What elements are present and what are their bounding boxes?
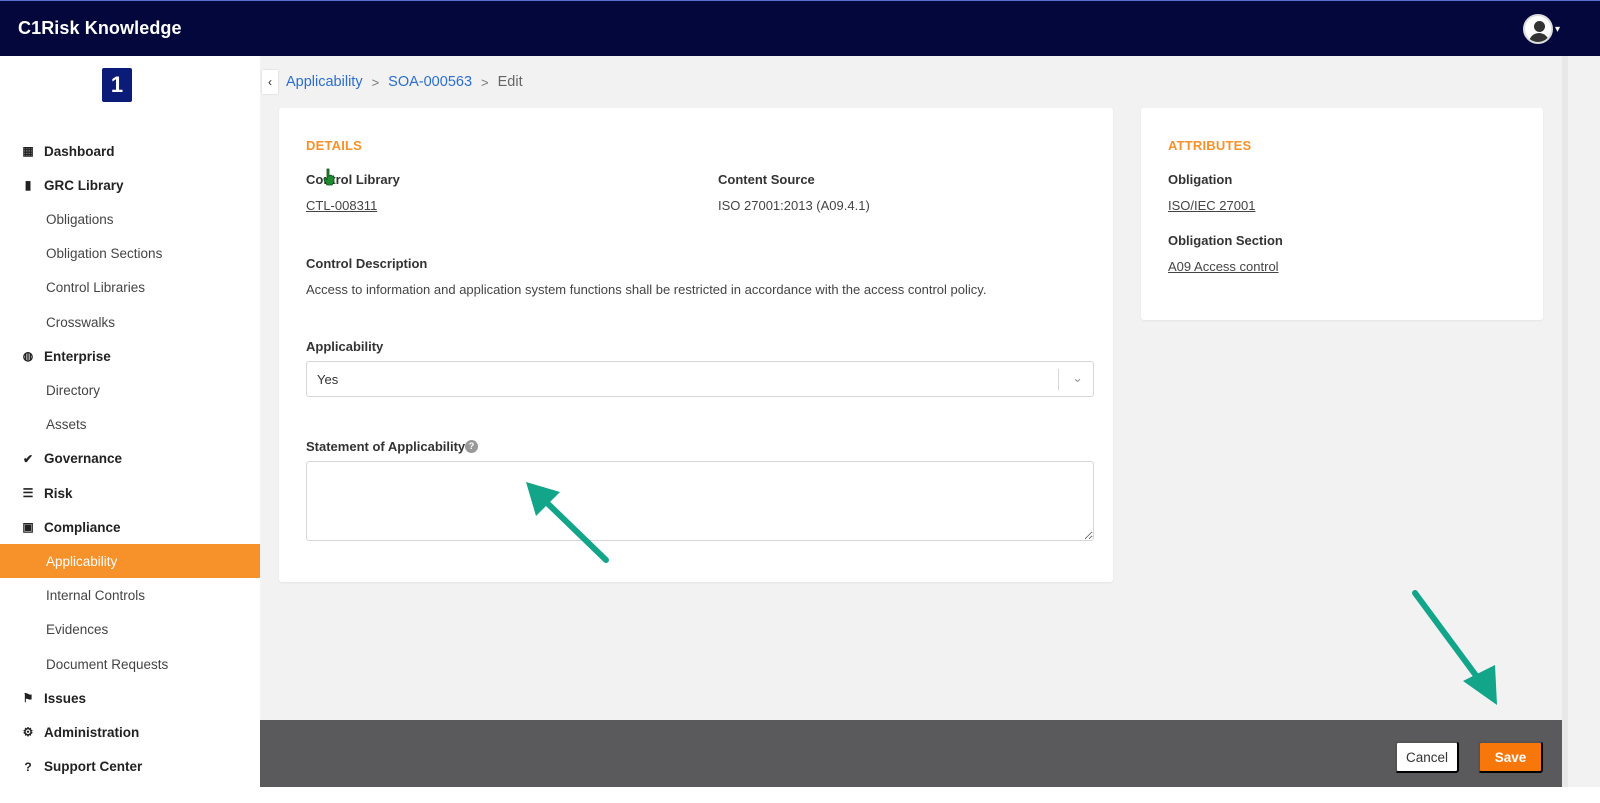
- breadcrumb-separator: >: [481, 74, 489, 90]
- obligation-section-label: Obligation Section: [1168, 233, 1283, 248]
- sidebar-item-support-center[interactable]: ? Support Center: [0, 750, 260, 784]
- breadcrumb-soa-record[interactable]: SOA-000563: [388, 74, 472, 90]
- annotation-arrow-save: [1412, 590, 1497, 705]
- sidebar-item-label: Administration: [44, 724, 140, 740]
- details-card: DETAILS Control Library CTL-008311 Conte…: [279, 108, 1113, 582]
- sidebar-item-obligations[interactable]: Obligations: [0, 202, 260, 236]
- attributes-card: ATTRIBUTES Obligation ISO/IEC 27001 Obli…: [1141, 108, 1543, 320]
- bottom-strip: [0, 787, 1600, 803]
- applicability-select[interactable]: Yes ⌄: [306, 361, 1094, 397]
- sidebar-item-label: Support Center: [44, 759, 143, 775]
- save-button[interactable]: Save: [1478, 741, 1543, 773]
- app-title: C1Risk Knowledge: [18, 18, 182, 38]
- content-source-value: ISO 27001:2013 (A09.4.1): [718, 198, 870, 213]
- logo-tagline: [102, 104, 132, 108]
- book-icon: ▮: [24, 178, 32, 193]
- sidebar: 1 ▦ Dashboard ▮ GRC Library Obligations Oblig…: [0, 56, 260, 803]
- obligation-section-link[interactable]: A09 Access control: [1168, 259, 1279, 274]
- sidebar-item-label: Obligations: [46, 211, 114, 227]
- footer-action-bar: Cancel Save: [260, 720, 1562, 787]
- back-chevron-icon[interactable]: ‹: [262, 70, 278, 94]
- sidebar-item-label: Obligation Sections: [46, 246, 163, 262]
- sidebar-item-label: Risk: [44, 485, 73, 501]
- top-bar: C1Risk Knowledge ▾: [0, 0, 1600, 56]
- sidebar-item-label: Control Libraries: [46, 280, 146, 296]
- sidebar-item-dashboard[interactable]: ▦ Dashboard: [0, 134, 260, 168]
- sidebar-item-label: Issues: [44, 690, 87, 706]
- soa-textarea[interactable]: [306, 461, 1094, 541]
- clipboard-check-icon: ▣: [22, 520, 34, 535]
- soa-label: Statement of Applicability: [306, 439, 466, 454]
- gear-icon: ⚙: [22, 725, 34, 740]
- control-description-value: Access to information and application sy…: [306, 282, 987, 297]
- content-source-label: Content Source: [718, 172, 815, 187]
- list-icon: ☰: [22, 486, 34, 500]
- sidebar-item-label: Applicability: [46, 553, 118, 569]
- sidebar-item-label: Governance: [44, 451, 123, 467]
- cancel-button[interactable]: Cancel: [1395, 741, 1459, 773]
- breadcrumb-current: Edit: [497, 74, 523, 90]
- select-divider: [1058, 369, 1059, 390]
- sidebar-item-governance[interactable]: ✔ Governance: [0, 442, 260, 476]
- control-library-label: Control Library: [306, 172, 400, 187]
- breadcrumb-applicability[interactable]: Applicability: [286, 74, 363, 90]
- user-menu[interactable]: ▾: [1522, 14, 1560, 44]
- sidebar-item-risk[interactable]: ☰ Risk: [0, 476, 260, 510]
- user-avatar-icon[interactable]: [1522, 14, 1553, 44]
- sidebar-item-label: GRC Library: [44, 177, 124, 193]
- breadcrumb-separator: >: [371, 74, 380, 90]
- chevron-down-icon[interactable]: ⌄: [1072, 370, 1083, 386]
- sidebar-item-enterprise[interactable]: ◍ Enterprise: [0, 339, 260, 373]
- dashboard-icon: ▦: [22, 144, 34, 158]
- sidebar-item-crosswalks[interactable]: Crosswalks: [0, 305, 260, 339]
- help-icon[interactable]: ?: [465, 440, 478, 453]
- sidebar-item-evidences[interactable]: Evidences: [0, 613, 260, 647]
- sidebar-item-grc-library[interactable]: ▮ GRC Library: [0, 168, 260, 202]
- sidebar-item-label: Compliance: [44, 519, 121, 535]
- company-logo[interactable]: 1: [102, 68, 132, 108]
- sidebar-item-applicability[interactable]: Applicability: [0, 544, 260, 579]
- scrollbar[interactable]: [1562, 56, 1568, 787]
- globe-icon: ◍: [22, 349, 34, 364]
- sidebar-item-label: Enterprise: [44, 348, 111, 364]
- sidebar-item-label: Assets: [46, 417, 87, 433]
- question-circle-icon: ?: [24, 759, 32, 774]
- sidebar-item-compliance[interactable]: ▣ Compliance: [0, 510, 260, 544]
- logo-mark: 1: [102, 68, 132, 102]
- check-double-icon: ✔: [22, 451, 34, 466]
- control-description-label: Control Description: [306, 256, 428, 271]
- sidebar-item-internal-controls[interactable]: Internal Controls: [0, 579, 260, 613]
- sidebar-item-obligation-sections[interactable]: Obligation Sections: [0, 237, 260, 271]
- sidebar-item-assets[interactable]: Assets: [0, 408, 260, 442]
- applicability-label: Applicability: [306, 339, 384, 354]
- control-library-link[interactable]: CTL-008311: [306, 198, 377, 213]
- details-section-title: DETAILS: [306, 138, 363, 153]
- sidebar-item-label: Directory: [46, 382, 101, 398]
- sidebar-item-control-libraries[interactable]: Control Libraries: [0, 271, 260, 305]
- sidebar-item-directory[interactable]: Directory: [0, 373, 260, 407]
- sidebar-item-label: Crosswalks: [46, 314, 116, 330]
- sidebar-item-label: Evidences: [46, 622, 109, 638]
- sidebar-item-label: Dashboard: [44, 143, 115, 159]
- breadcrumb: ‹ Applicability > SOA-000563 > Edit: [262, 70, 523, 94]
- sidebar-item-label: Internal Controls: [46, 588, 146, 604]
- sidebar-item-administration[interactable]: ⚙ Administration: [0, 715, 260, 749]
- obligation-link[interactable]: ISO/IEC 27001: [1168, 198, 1255, 213]
- attributes-section-title: ATTRIBUTES: [1168, 138, 1252, 153]
- flag-icon: ⚑: [22, 691, 34, 706]
- chevron-down-icon[interactable]: ▾: [1555, 24, 1560, 35]
- hand-cursor-icon: [323, 168, 335, 186]
- applicability-select-value: Yes: [317, 372, 339, 387]
- sidebar-item-label: Document Requests: [46, 656, 169, 672]
- obligation-label: Obligation: [1168, 172, 1233, 187]
- sidebar-item-document-requests[interactable]: Document Requests: [0, 647, 260, 681]
- sidebar-item-issues[interactable]: ⚑ Issues: [0, 681, 260, 715]
